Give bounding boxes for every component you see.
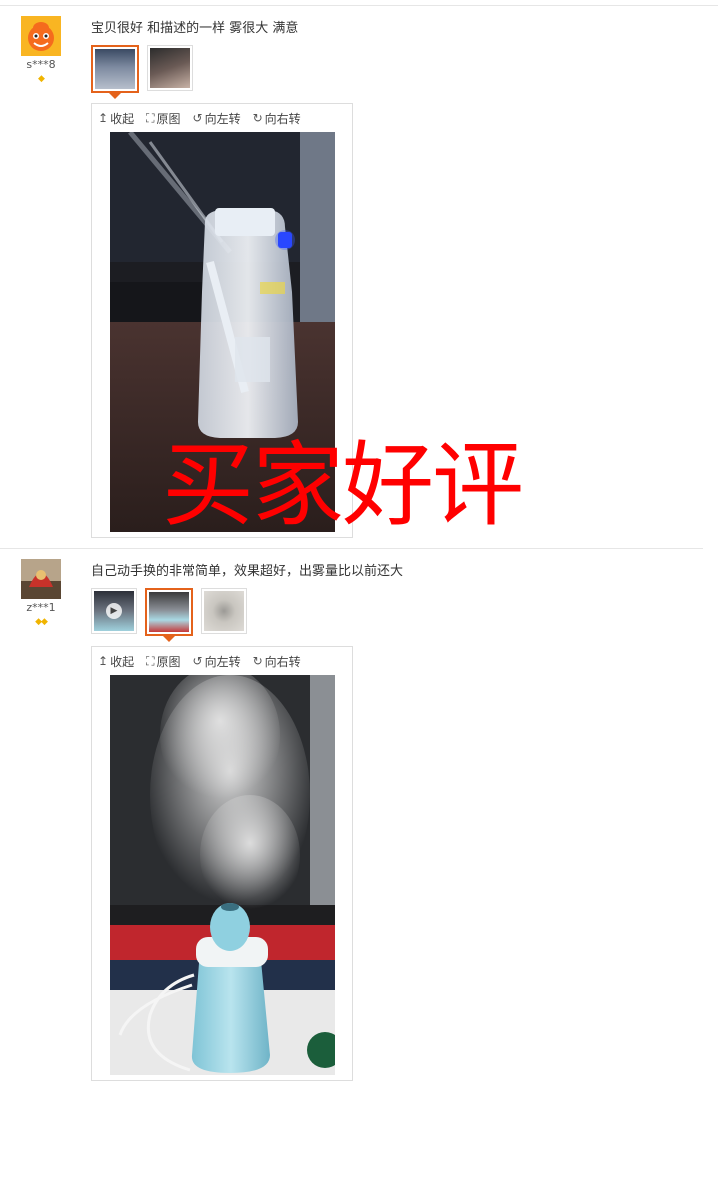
original-image-button[interactable]: ⛶ 原图 (146, 653, 180, 670)
vip-badge-icon: ◆ (38, 74, 45, 84)
expand-icon: ⛶ (146, 110, 155, 125)
vip-badge-icon: ◆◆ (35, 617, 48, 627)
original-label: 原图 (156, 654, 181, 669)
collapse-label: 收起 (110, 111, 135, 126)
review-item: z***1 ◆◆ 自己动手换的非常简单，效果超好，出雾量比以前还大 ▶ ↥ 收起 … (0, 549, 718, 1089)
scenery-avatar-icon (21, 559, 61, 599)
rotate-right-icon: ↻ (252, 654, 263, 668)
original-label: 原图 (156, 111, 181, 126)
rotate-right-button[interactable]: ↻ 向右转 (253, 653, 301, 670)
thumbnail-image[interactable] (91, 45, 139, 99)
rotate-left-icon: ↺ (192, 111, 203, 125)
watermark-text: 买家好评 (162, 432, 524, 539)
collapse-label: 收起 (110, 654, 135, 669)
cup-humidifier-photo (110, 675, 335, 1075)
review-comment: 自己动手换的非常简单，效果超好，出雾量比以前还大 (91, 564, 404, 579)
viewer-toolbar: ↥ 收起 ⛶ 原图 ↺ 向左转 ↻ 向右转 (92, 647, 352, 675)
thumbnail-strip (91, 45, 193, 99)
expand-icon: ⛶ (146, 653, 155, 668)
rotate-left-label: 向左转 (204, 111, 241, 126)
reviewer-info: s***8 ◆ (18, 16, 64, 84)
collapse-button[interactable]: ↥ 收起 (98, 110, 134, 127)
image-viewer: ↥ 收起 ⛶ 原图 ↺ 向左转 ↻ 向右转 (91, 646, 353, 1081)
rotate-left-button[interactable]: ↺ 向左转 (193, 110, 241, 127)
avatar[interactable] (21, 16, 61, 56)
review-photo (110, 675, 335, 1075)
rotate-left-label: 向左转 (204, 654, 241, 669)
play-icon: ▶ (106, 603, 122, 619)
avatar[interactable] (21, 559, 61, 599)
rotate-left-button[interactable]: ↺ 向左转 (193, 653, 241, 670)
original-image-button[interactable]: ⛶ 原图 (146, 110, 180, 127)
collapse-button[interactable]: ↥ 收起 (98, 653, 134, 670)
thumbnail-image[interactable] (145, 588, 193, 642)
arrow-up-icon: ↥ (98, 111, 109, 125)
arrow-up-icon: ↥ (98, 654, 109, 668)
thumbnail-video[interactable]: ▶ (91, 588, 137, 634)
mascot-avatar-icon (21, 16, 61, 56)
rotate-left-icon: ↺ (192, 654, 203, 668)
thumbnail-image[interactable] (201, 588, 247, 634)
thumbnail-strip: ▶ (91, 588, 247, 642)
reviewer-info: z***1 ◆◆ (18, 559, 64, 627)
rotate-right-label: 向右转 (264, 654, 301, 669)
rotate-right-button[interactable]: ↻ 向右转 (253, 110, 301, 127)
username: z***1 (26, 601, 56, 614)
review-comment: 宝贝很好 和描述的一样 雾很大 满意 (91, 21, 299, 36)
thumbnail-image[interactable] (147, 45, 193, 91)
viewer-toolbar: ↥ 收起 ⛶ 原图 ↺ 向左转 ↻ 向右转 (92, 104, 352, 132)
username: s***8 (26, 58, 56, 71)
rotate-right-icon: ↻ (252, 111, 263, 125)
rotate-right-label: 向右转 (264, 111, 301, 126)
